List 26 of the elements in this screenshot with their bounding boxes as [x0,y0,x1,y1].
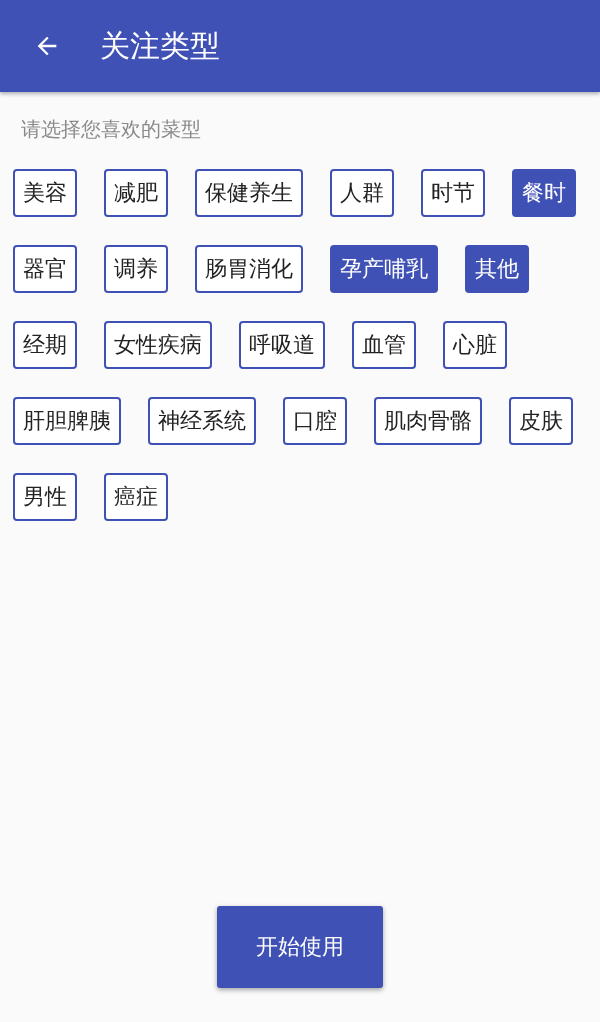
category-tag[interactable]: 心脏 [443,321,507,369]
category-tag[interactable]: 美容 [13,169,77,217]
category-tag[interactable]: 保健养生 [195,169,303,217]
category-tag[interactable]: 时节 [421,169,485,217]
category-tag[interactable]: 皮肤 [509,397,573,445]
category-tag[interactable]: 神经系统 [148,397,256,445]
category-tag[interactable]: 肝胆脾胰 [13,397,121,445]
category-tag[interactable]: 经期 [13,321,77,369]
category-tag[interactable]: 口腔 [283,397,347,445]
category-tag[interactable]: 肌肉骨骼 [374,397,482,445]
category-tag[interactable]: 人群 [330,169,394,217]
category-tag[interactable]: 器官 [13,245,77,293]
category-tag[interactable]: 癌症 [104,473,168,521]
category-tag[interactable]: 男性 [13,473,77,521]
category-tag[interactable]: 女性疾病 [104,321,212,369]
category-tag[interactable]: 调养 [104,245,168,293]
category-tag[interactable]: 其他 [465,245,529,293]
category-tag[interactable]: 肠胃消化 [195,245,303,293]
category-tag[interactable]: 减肥 [104,169,168,217]
category-tag[interactable]: 餐时 [512,169,576,217]
prompt-text: 请选择您喜欢的菜型 [21,116,202,143]
category-tag[interactable]: 血管 [352,321,416,369]
start-button[interactable]: 开始使用 [217,906,383,988]
category-tag[interactable]: 孕产哺乳 [330,245,438,293]
screen-title: 关注类型 [100,26,220,65]
category-tag[interactable]: 呼吸道 [239,321,325,369]
